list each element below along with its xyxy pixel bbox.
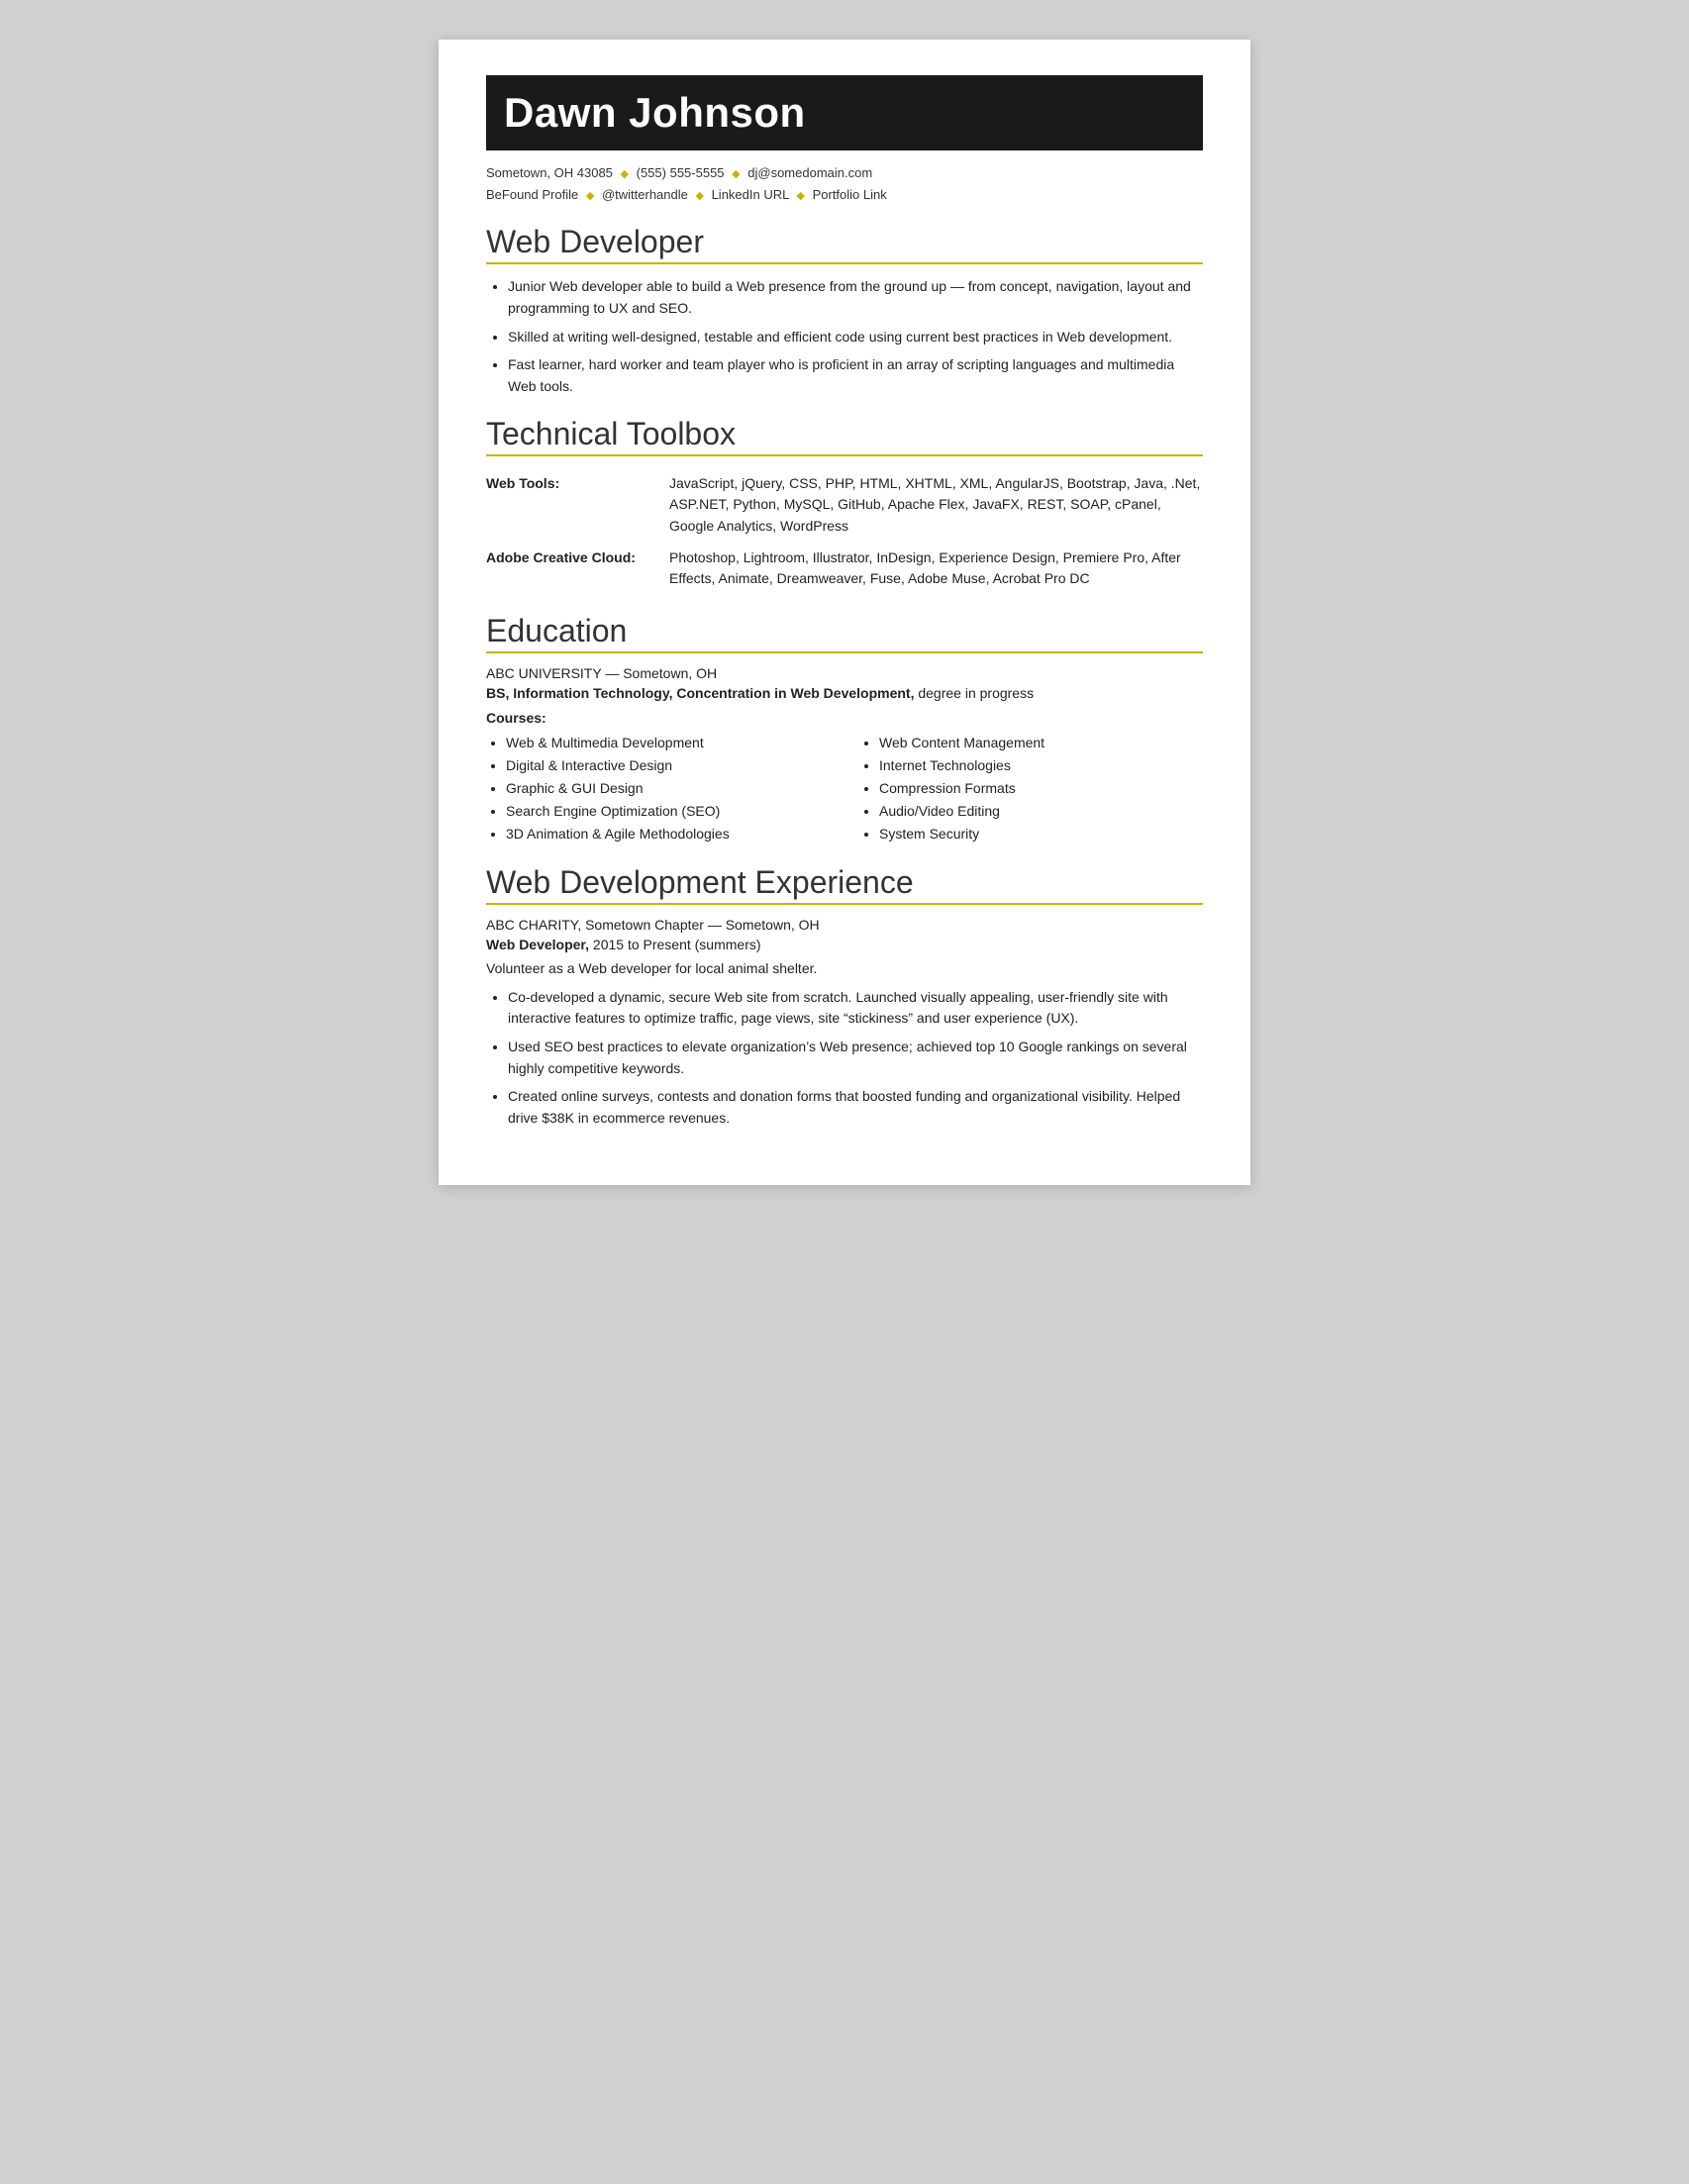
resume-page: Dawn Johnson Sometown, OH 43085 ◆ (555) … [439,40,1250,1185]
contact-line-1: Sometown, OH 43085 ◆ (555) 555-5555 ◆ dj… [486,162,1203,184]
courses-col-2: Web Content Management Internet Technolo… [859,732,1203,845]
course-1-5: 3D Animation & Agile Methodologies [506,823,830,845]
courses-columns: Web & Multimedia Development Digital & I… [486,732,1203,845]
toolbox-title: Technical Toolbox [486,416,1203,452]
tagline-title: Web Developer [486,224,1203,260]
diamond-2: ◆ [732,168,740,180]
experience-title: Web Development Experience [486,864,1203,901]
education-divider [486,651,1203,653]
tagline-bullet-2: Skilled at writing well-designed, testab… [508,327,1203,348]
experience-divider [486,903,1203,905]
exp-description: Volunteer as a Web developer for local a… [486,958,1203,979]
course-2-1: Web Content Management [879,732,1203,754]
exp-role-rest: 2015 to Present (summers) [589,937,761,952]
toolbox-row-webtools: Web Tools: JavaScript, jQuery, CSS, PHP,… [486,468,1203,543]
education-school: ABC UNIVERSITY — Sometown, OH [486,665,1203,681]
contact-info: Sometown, OH 43085 ◆ (555) 555-5555 ◆ dj… [486,162,1203,206]
course-2-4: Audio/Video Editing [879,800,1203,823]
contact-twitter: @twitterhandle [602,187,688,202]
toolbox-value-adobe: Photoshop, Lightroom, Illustrator, InDes… [669,543,1203,595]
courses-col-1: Web & Multimedia Development Digital & I… [486,732,830,845]
course-2-5: System Security [879,823,1203,845]
courses-label: Courses: [486,710,1203,726]
exp-bullet-1: Co-developed a dynamic, secure Web site … [508,987,1203,1030]
course-2-3: Compression Formats [879,777,1203,800]
course-1-4: Search Engine Optimization (SEO) [506,800,830,823]
name-header: Dawn Johnson [486,75,1203,150]
contact-linkedin: LinkedIn URL [712,187,789,202]
toolbox-label-adobe: Adobe Creative Cloud: [486,543,669,595]
toolbox-label-webtools: Web Tools: [486,468,669,543]
exp-employer: ABC CHARITY, Sometown Chapter — Sometown… [486,917,1203,933]
contact-phone: (555) 555-5555 [637,165,725,180]
exp-bullets: Co-developed a dynamic, secure Web site … [508,987,1203,1130]
course-1-3: Graphic & GUI Design [506,777,830,800]
education-title: Education [486,613,1203,649]
diamond-4: ◆ [695,190,703,202]
contact-portfolio: Portfolio Link [813,187,887,202]
toolbox-divider [486,454,1203,456]
course-1-1: Web & Multimedia Development [506,732,830,754]
tagline-bullets: Junior Web developer able to build a Web… [508,276,1203,397]
exp-role-bold: Web Developer, [486,937,589,952]
tagline-divider [486,262,1203,264]
course-1-2: Digital & Interactive Design [506,754,830,777]
contact-befound: BeFound Profile [486,187,578,202]
diamond-1: ◆ [621,168,629,180]
education-degree-bold: BS, Information Technology, Concentratio… [486,685,914,701]
diamond-3: ◆ [586,190,594,202]
diamond-5: ◆ [797,190,805,202]
courses-list-2: Web Content Management Internet Technolo… [879,732,1203,845]
course-2-2: Internet Technologies [879,754,1203,777]
contact-city: Sometown, OH 43085 [486,165,613,180]
tagline-bullet-1: Junior Web developer able to build a Web… [508,276,1203,319]
contact-line-2: BeFound Profile ◆ @twitterhandle ◆ Linke… [486,184,1203,206]
contact-email: dj@somedomain.com [747,165,872,180]
education-degree: BS, Information Technology, Concentratio… [486,683,1203,704]
tagline-bullet-3: Fast learner, hard worker and team playe… [508,354,1203,397]
exp-role: Web Developer, 2015 to Present (summers) [486,935,1203,955]
toolbox-table: Web Tools: JavaScript, jQuery, CSS, PHP,… [486,468,1203,595]
toolbox-value-webtools: JavaScript, jQuery, CSS, PHP, HTML, XHTM… [669,468,1203,543]
candidate-name: Dawn Johnson [504,89,1185,137]
exp-bullet-2: Used SEO best practices to elevate organ… [508,1037,1203,1079]
toolbox-row-adobe: Adobe Creative Cloud: Photoshop, Lightro… [486,543,1203,595]
exp-bullet-3: Created online surveys, contests and don… [508,1086,1203,1129]
courses-list-1: Web & Multimedia Development Digital & I… [506,732,830,845]
education-degree-rest: degree in progress [914,685,1034,701]
